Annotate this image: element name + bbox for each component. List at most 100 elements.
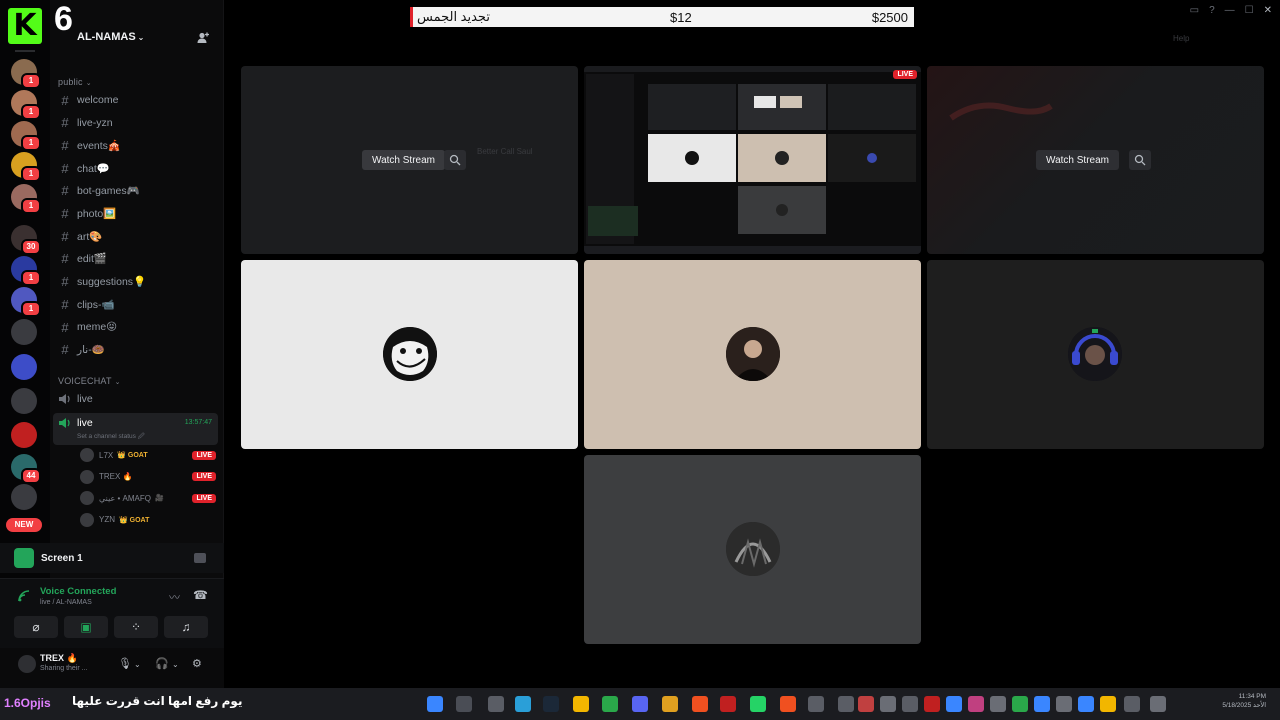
- app-icon[interactable]: [902, 696, 918, 712]
- windows-start-icon[interactable]: [427, 696, 443, 712]
- text-channel[interactable]: # art🎨: [58, 226, 218, 246]
- inbox-icon[interactable]: ▭: [1190, 5, 1199, 16]
- brave-browser-icon[interactable]: [692, 696, 708, 712]
- settings-gear-icon[interactable]: ⚙: [192, 657, 202, 670]
- file-explorer-icon[interactable]: [573, 696, 589, 712]
- system-clock[interactable]: 11:34 PM الأحد 5/18/2025: [1222, 692, 1266, 710]
- participant-tile[interactable]: [241, 260, 578, 449]
- voice-user[interactable]: L7X 👑 GOAT LIVE: [80, 446, 220, 464]
- noise-suppression-icon[interactable]: 〰: [169, 589, 180, 605]
- text-channel[interactable]: # meme😝: [58, 317, 218, 337]
- close-icon[interactable]: ✕: [1264, 5, 1272, 16]
- participant-tile[interactable]: [584, 455, 921, 644]
- server-icon[interactable]: 1: [11, 256, 41, 286]
- app-icon[interactable]: [990, 696, 1006, 712]
- app-icon[interactable]: [968, 696, 984, 712]
- app-icon[interactable]: [838, 696, 854, 712]
- server-icon[interactable]: [11, 354, 37, 380]
- help-icon[interactable]: ?: [1209, 5, 1215, 16]
- server-icon[interactable]: 44: [11, 454, 41, 484]
- app-icon[interactable]: [1034, 696, 1050, 712]
- app-icon[interactable]: [720, 696, 736, 712]
- text-channel[interactable]: # chat💬: [58, 158, 218, 178]
- text-channel[interactable]: # photo🖼️: [58, 204, 218, 224]
- server-icon[interactable]: 1: [11, 59, 41, 89]
- chrome-icon[interactable]: [662, 696, 678, 712]
- brave-browser-icon[interactable]: [780, 696, 796, 712]
- focus-button[interactable]: [444, 150, 466, 170]
- disconnect-icon[interactable]: ☎: [193, 588, 208, 602]
- app-icon[interactable]: [1056, 696, 1072, 712]
- server-icon[interactable]: 1: [11, 287, 41, 317]
- task-view-icon[interactable]: [488, 696, 504, 712]
- text-channel[interactable]: # نار-🍩: [58, 340, 218, 360]
- text-channel[interactable]: # bot-games🎮: [58, 181, 218, 201]
- signal-icon[interactable]: [18, 590, 30, 602]
- app-icon[interactable]: [1078, 696, 1094, 712]
- watch-stream-button[interactable]: Watch Stream: [1036, 150, 1119, 170]
- discord-icon[interactable]: [632, 696, 648, 712]
- activities-button[interactable]: ⁘: [114, 616, 158, 638]
- channel-status-input[interactable]: Set a channel status 🖉: [77, 432, 145, 443]
- microphone-icon[interactable]: 🎙: [118, 657, 132, 670]
- xbox-icon[interactable]: [602, 696, 618, 712]
- voice-channel-path[interactable]: live / AL-NAMAS: [40, 599, 92, 606]
- avatar[interactable]: [18, 655, 36, 673]
- stream-tile[interactable]: Watch Stream: [927, 66, 1264, 254]
- server-icon[interactable]: 1: [11, 184, 41, 214]
- text-channel[interactable]: # live-yzn: [58, 113, 218, 133]
- server-icon[interactable]: 1: [11, 121, 41, 151]
- text-channel[interactable]: # clips-📹: [58, 294, 218, 314]
- stop-sharing-icon[interactable]: [194, 553, 206, 563]
- server-icon[interactable]: 1: [11, 90, 41, 120]
- app-icon[interactable]: [1124, 696, 1140, 712]
- app-icon[interactable]: [808, 696, 824, 712]
- steam-icon[interactable]: [543, 696, 559, 712]
- server-icon[interactable]: [11, 319, 37, 345]
- camera-button[interactable]: ⌀: [14, 616, 58, 638]
- text-channel[interactable]: # edit🎬: [58, 249, 218, 269]
- participant-tile[interactable]: [584, 260, 921, 449]
- voice-user[interactable]: YZN 👑 GOAT: [80, 511, 220, 529]
- minimize-icon[interactable]: —: [1225, 5, 1235, 16]
- xbox-icon[interactable]: [1012, 696, 1028, 712]
- app-icon[interactable]: [858, 696, 874, 712]
- focus-button[interactable]: [1129, 150, 1151, 170]
- screen-share-panel[interactable]: Screen 1: [0, 543, 224, 573]
- chevron-down-icon[interactable]: ⌄: [134, 660, 141, 669]
- chevron-down-icon[interactable]: ⌄: [172, 660, 179, 669]
- app-icon[interactable]: [880, 696, 896, 712]
- voice-user[interactable]: عيني • AMAFQ 🎥 LIVE: [80, 489, 220, 507]
- server-icon[interactable]: [11, 422, 37, 448]
- watch-stream-button[interactable]: Watch Stream: [362, 150, 445, 170]
- search-icon[interactable]: [456, 696, 472, 712]
- app-icon[interactable]: [946, 696, 962, 712]
- voice-channel-active[interactable]: live 13:57:47 Set a channel status 🖉: [53, 413, 218, 445]
- app-icon[interactable]: [924, 696, 940, 712]
- user-headphones-icon: [1068, 327, 1122, 381]
- server-icon[interactable]: [11, 388, 37, 414]
- soundboard-button[interactable]: ♫: [164, 616, 208, 638]
- category-voicechat[interactable]: VOICECHAT ⌄: [58, 376, 121, 386]
- voice-channel[interactable]: live: [58, 389, 218, 409]
- headphones-icon[interactable]: 🎧: [155, 657, 169, 670]
- invite-people-icon[interactable]: [196, 31, 210, 45]
- maximize-icon[interactable]: ☐: [1245, 5, 1254, 16]
- text-channel[interactable]: # welcome: [58, 90, 218, 110]
- text-channel[interactable]: # events🎪: [58, 135, 218, 155]
- server-icon[interactable]: 1: [11, 152, 41, 182]
- server-icon[interactable]: [11, 484, 37, 510]
- tray-icon[interactable]: [1150, 696, 1166, 712]
- server-icon[interactable]: 30: [11, 225, 41, 255]
- stream-tile-live[interactable]: LIVE: [584, 66, 921, 254]
- text-channel[interactable]: # suggestions💡: [58, 272, 218, 292]
- participant-tile[interactable]: [927, 260, 1264, 449]
- edge-browser-icon[interactable]: [515, 696, 531, 712]
- server-name-header[interactable]: AL-NAMAS ⌄: [77, 31, 144, 43]
- voice-user[interactable]: TREX 🔥 LIVE: [80, 468, 220, 486]
- category-public[interactable]: public ⌄: [58, 77, 92, 87]
- stream-tile[interactable]: Watch Stream Better Call Saul: [241, 66, 578, 254]
- screen-share-button[interactable]: ▣: [64, 616, 108, 638]
- folder-icon[interactable]: [1100, 696, 1116, 712]
- whatsapp-icon[interactable]: [750, 696, 766, 712]
